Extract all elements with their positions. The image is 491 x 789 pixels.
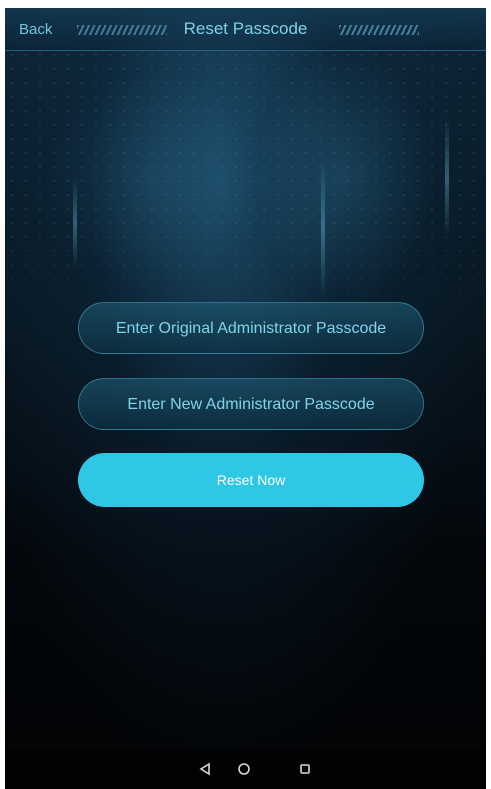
background-light-column: [321, 158, 325, 298]
nav-recent-button[interactable]: [293, 757, 317, 781]
background-light-column: [445, 118, 449, 238]
header-decoration: [77, 25, 167, 35]
square-recent-icon: [300, 764, 310, 774]
reset-now-button[interactable]: Reset Now: [78, 453, 424, 507]
system-nav-bar: [5, 749, 486, 789]
app-screen: Back Reset Passcode Enter Original Admin…: [5, 8, 486, 789]
circle-home-icon: [238, 763, 250, 775]
nav-home-button[interactable]: [232, 757, 256, 781]
original-passcode-field[interactable]: Enter Original Administrator Passcode: [78, 302, 424, 354]
header-bar: Back Reset Passcode: [5, 8, 486, 51]
triangle-back-icon: [199, 762, 210, 776]
header-decoration: [339, 25, 419, 35]
nav-back-button[interactable]: [193, 757, 217, 781]
new-passcode-field[interactable]: Enter New Administrator Passcode: [78, 378, 424, 430]
back-button[interactable]: Back: [19, 21, 52, 38]
background-light-column: [73, 178, 77, 268]
